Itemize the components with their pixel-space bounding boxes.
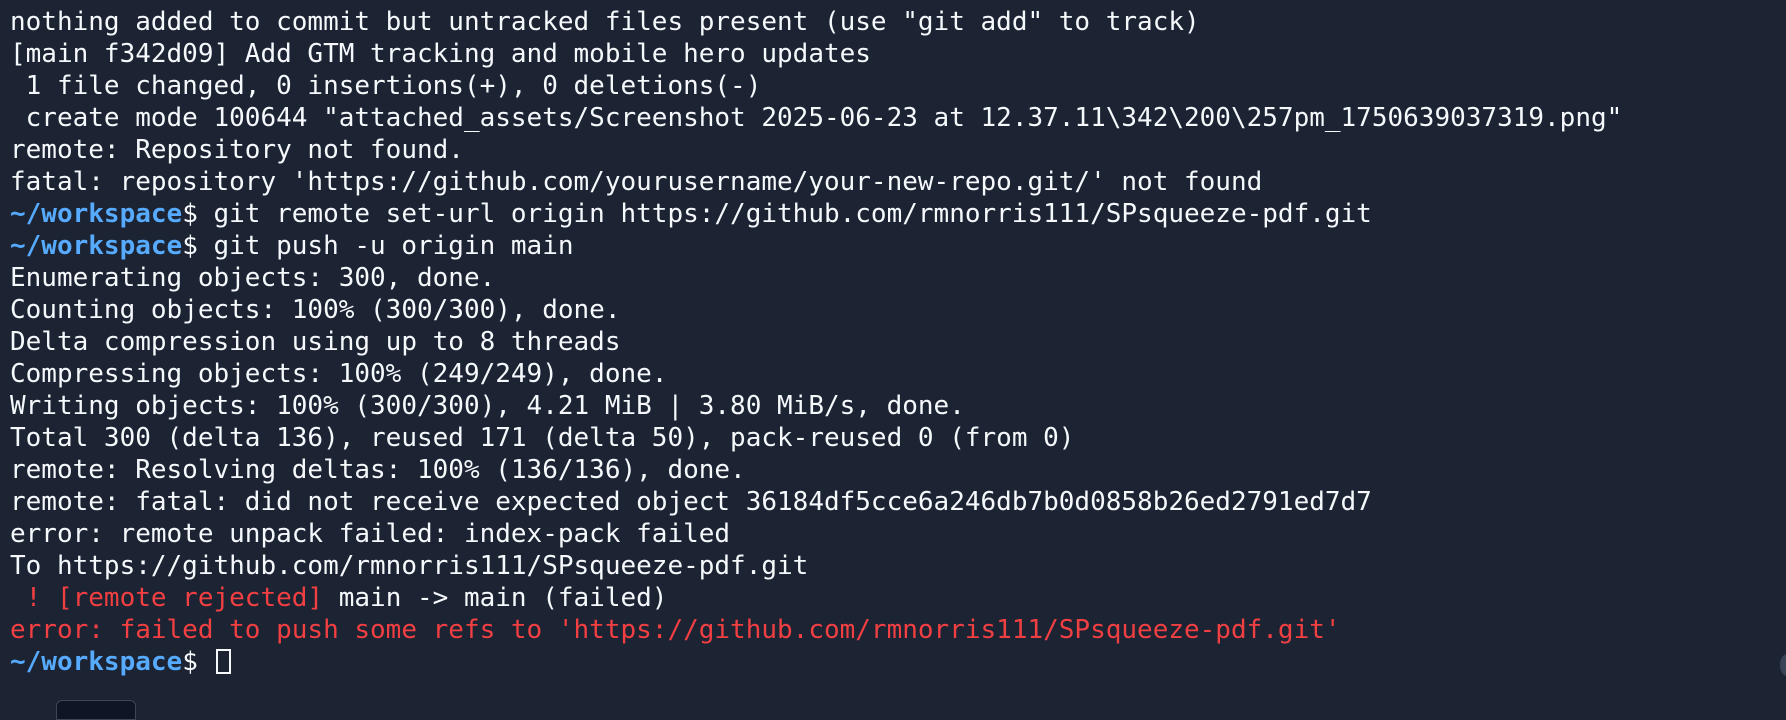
output-line: Total 300 (delta 136), reused 171 (delta… bbox=[10, 423, 1075, 453]
output-line: remote: Resolving deltas: 100% (136/136)… bbox=[10, 455, 746, 485]
prompt-path: ~/workspace bbox=[10, 231, 183, 261]
prompt-path: ~/workspace bbox=[10, 647, 183, 677]
cursor-block bbox=[215, 649, 231, 674]
output-line: Enumerating objects: 300, done. bbox=[10, 263, 496, 293]
output-line: Compressing objects: 100% (249/249), don… bbox=[10, 359, 668, 389]
output-line: error: remote unpack failed: index-pack … bbox=[10, 519, 731, 549]
error-line: error: failed to push some refs to 'http… bbox=[10, 615, 1341, 645]
output-line: [main f342d09] Add GTM tracking and mobi… bbox=[10, 39, 871, 69]
output-line: remote: fatal: did not receive expected … bbox=[10, 487, 1372, 517]
rejected-marker: ! [remote rejected] bbox=[10, 583, 324, 613]
prompt-path: ~/workspace bbox=[10, 199, 183, 229]
output-line: Counting objects: 100% (300/300), done. bbox=[10, 295, 621, 325]
command-text: $ git push -u origin main bbox=[182, 231, 574, 261]
output-line: 1 file changed, 0 insertions(+), 0 delet… bbox=[10, 71, 762, 101]
command-line: ~/workspace$ git push -u origin main bbox=[10, 230, 1786, 262]
output-line: To https://github.com/rmnorris111/SPsque… bbox=[10, 551, 809, 581]
output-line: Writing objects: 100% (300/300), 4.21 Mi… bbox=[10, 391, 965, 421]
output-line: remote: Repository not found. bbox=[10, 135, 464, 165]
output-line: nothing added to commit but untracked fi… bbox=[10, 7, 1200, 37]
command-line: ~/workspace$ git remote set-url origin h… bbox=[10, 198, 1786, 230]
command-text: $ git remote set-url origin https://gith… bbox=[182, 199, 1372, 229]
output-text: main -> main (failed) bbox=[323, 583, 668, 613]
output-line: fatal: repository 'https://github.com/yo… bbox=[10, 167, 1263, 197]
prompt-symbol: $ bbox=[182, 647, 214, 677]
terminal-output[interactable]: nothing added to commit but untracked fi… bbox=[10, 6, 1786, 708]
bottom-tab[interactable] bbox=[56, 700, 136, 720]
output-line: ! [remote rejected] main -> main (failed… bbox=[10, 582, 1786, 614]
output-line: create mode 100644 "attached_assets/Scre… bbox=[10, 103, 1623, 133]
output-line: Delta compression using up to 8 threads bbox=[10, 327, 621, 357]
prompt-line[interactable]: ~/workspace$ bbox=[10, 646, 1786, 678]
